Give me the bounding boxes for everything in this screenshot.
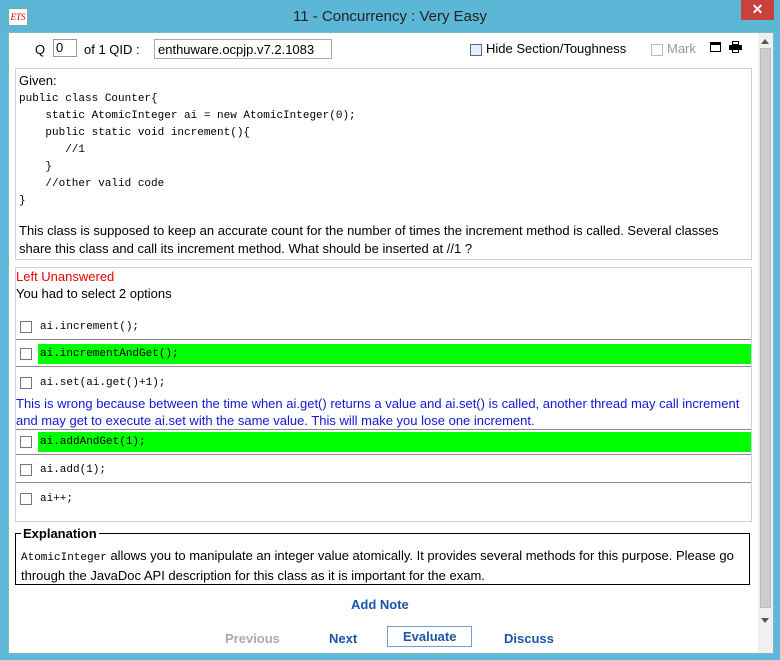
option-2-checkbox[interactable] <box>20 348 32 360</box>
hide-section-label: Hide Section/Toughness <box>486 41 627 56</box>
explanation-text: AtomicInteger allows you to manipulate a… <box>21 547 741 584</box>
option-6-checkbox[interactable] <box>20 493 32 505</box>
scroll-down-icon[interactable] <box>761 618 769 623</box>
option-3[interactable]: ai.set(ai.get()+1); <box>16 371 751 395</box>
option-2-text: ai.incrementAndGet(); <box>38 344 751 364</box>
add-note-link[interactable]: Add Note <box>351 597 409 612</box>
hide-section-checkbox[interactable]: Hide Section/Toughness <box>470 41 626 56</box>
of-total-label: of 1 QID : <box>84 42 140 57</box>
mark-label: Mark <box>667 41 696 56</box>
option-5-text: ai.add(1); <box>40 464 107 476</box>
option-3-checkbox[interactable] <box>20 377 32 389</box>
print-icon[interactable] <box>729 41 742 53</box>
explanation-body: allows you to manipulate an integer valu… <box>21 548 734 583</box>
option-5[interactable]: ai.add(1); <box>16 458 751 483</box>
scroll-thumb[interactable] <box>760 48 771 608</box>
main-panel: Q 0 of 1 QID : enthuware.ocpjp.v7.2.1083… <box>8 32 774 654</box>
option-1-checkbox[interactable] <box>20 321 32 333</box>
option-1[interactable]: ai.increment(); <box>16 315 751 340</box>
explanation-code-term: AtomicInteger <box>21 552 107 564</box>
window-title: 11 - Concurrency : Very Easy <box>293 8 487 25</box>
question-toolbar: Q 0 of 1 QID : enthuware.ocpjp.v7.2.1083… <box>9 33 759 65</box>
option-5-checkbox[interactable] <box>20 464 32 476</box>
option-3-explanation: This is wrong because between the time w… <box>16 396 740 428</box>
close-button[interactable]: ✕ <box>741 0 774 20</box>
option-6[interactable]: ai++; <box>16 487 751 511</box>
mark-box[interactable] <box>651 43 663 56</box>
scroll-up-icon[interactable] <box>761 39 769 44</box>
option-4-text: ai.addAndGet(1); <box>38 432 751 452</box>
vertical-scrollbar[interactable] <box>758 33 773 653</box>
next-button[interactable]: Next <box>329 631 357 646</box>
hide-section-box[interactable] <box>470 43 482 56</box>
option-3-text: ai.set(ai.get()+1); <box>40 377 166 389</box>
option-6-text: ai++; <box>40 493 74 505</box>
question-number-input[interactable]: 0 <box>53 39 77 57</box>
explanation-panel: Explanation AtomicInteger allows you to … <box>15 526 750 585</box>
answers-panel: Left Unanswered You had to select 2 opti… <box>15 267 752 522</box>
discuss-button[interactable]: Discuss <box>504 631 554 646</box>
option-1-text: ai.increment(); <box>40 321 140 333</box>
previous-button[interactable]: Previous <box>225 631 280 646</box>
window-icon[interactable] <box>710 42 721 52</box>
given-label: Given: <box>19 73 57 88</box>
instruction-label: You had to select 2 options <box>16 286 172 301</box>
q-label: Q <box>35 42 46 57</box>
option-4[interactable]: ai.addAndGet(1); <box>16 429 751 455</box>
explanation-title: Explanation <box>21 526 99 541</box>
question-text: This class is supposed to keep an accura… <box>19 223 719 256</box>
question-panel: Given: public class Counter{ static Atom… <box>15 68 752 260</box>
code-snippet: public class Counter{ static AtomicInteg… <box>19 93 356 207</box>
qid-field[interactable]: enthuware.ocpjp.v7.2.1083 <box>154 39 332 59</box>
title-bar: ETS 11 - Concurrency : Very Easy ✕ <box>0 0 780 32</box>
option-4-checkbox[interactable] <box>20 436 32 448</box>
evaluate-button[interactable]: Evaluate <box>387 626 473 647</box>
mark-checkbox[interactable]: Mark <box>651 41 696 56</box>
option-2[interactable]: ai.incrementAndGet(); <box>16 342 751 367</box>
status-label: Left Unanswered <box>16 269 115 284</box>
